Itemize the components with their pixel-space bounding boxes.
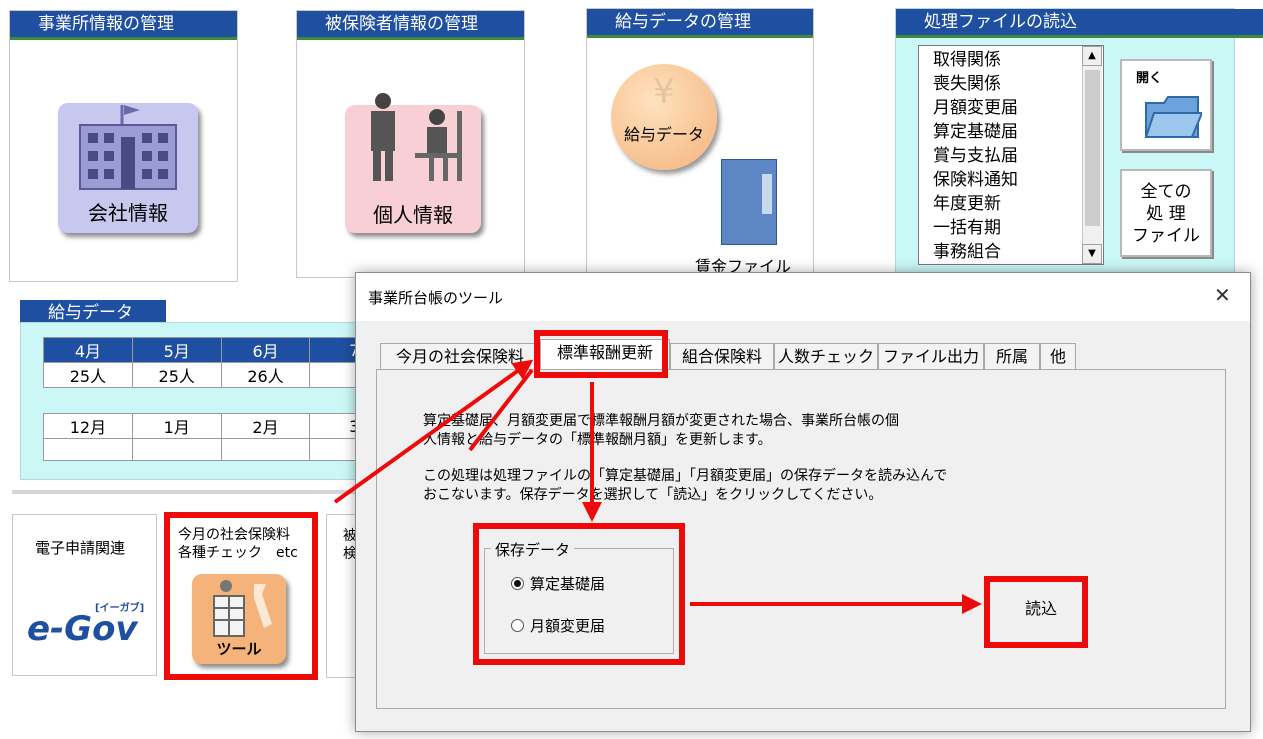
insured-info-panel: 被保険者情報の管理 個人情報 xyxy=(296,10,525,278)
office-info-header: 事業所情報の管理 xyxy=(10,11,237,40)
file-type-item[interactable]: 保険料通知 xyxy=(933,168,1018,192)
desc-line4: おこないます。保存データを選択して「読込」をクリックしてください。 xyxy=(423,487,883,503)
file-type-item[interactable]: 事務組合 xyxy=(933,240,1018,264)
payroll-data-label: 給与データ xyxy=(623,125,704,144)
file-type-item[interactable]: 月額変更届 xyxy=(933,96,1018,120)
e-gov-label: 電子申請関連 xyxy=(35,539,126,557)
month-cell: 5月 xyxy=(131,337,222,363)
desc-line3: この処理は処理ファイルの「算定基礎届」「月額変更届」の保存データを読み込んで xyxy=(423,468,948,484)
personal-info-icon[interactable]: 個人情報 xyxy=(345,93,481,233)
payroll-data-icon[interactable]: ¥ 給与データ xyxy=(611,64,717,170)
all-files-line2: 処 理 xyxy=(1146,204,1186,224)
month-cell: 2月 xyxy=(220,413,311,439)
e-gov-logo: e-Gov xyxy=(27,609,138,649)
file-load-header: 処理ファイルの読込 xyxy=(896,9,1263,38)
section-divider xyxy=(12,490,372,494)
binder-icon[interactable] xyxy=(721,159,777,245)
yen-icon: ¥ xyxy=(653,72,675,112)
count-cell[interactable]: 26人 xyxy=(220,362,311,388)
month-cell: 1月 xyxy=(131,413,222,439)
file-type-item[interactable]: 取得関係 xyxy=(933,48,1018,72)
file-load-panel: 処理ファイルの読込 取得関係 喪失関係 月額変更届 算定基礎届 賞与支払届 保険料通知 年度… xyxy=(895,8,1263,274)
file-type-item[interactable]: 喪失関係 xyxy=(933,72,1018,96)
desc-line1: 算定基礎届、月額変更届で標準報酬月額が変更された場合、事業所台帳の個 xyxy=(423,413,899,429)
scrollbar-track[interactable] xyxy=(1082,66,1102,244)
file-type-item[interactable]: 年度更新 xyxy=(933,192,1018,216)
count-cell[interactable] xyxy=(220,438,311,461)
file-type-items: 取得関係 喪失関係 月額変更届 算定基礎届 賞与支払届 保険料通知 年度更新 一括有期 事務組合 xyxy=(933,48,1018,264)
office-info-panel: 事業所情報の管理 会社情報 xyxy=(9,10,238,282)
building-icon xyxy=(79,105,177,190)
month-cell: 6月 xyxy=(220,337,311,363)
month-cell: 4月 xyxy=(43,337,133,363)
desc-spacer xyxy=(423,450,947,467)
all-files-button[interactable]: 全ての 処 理 ファイル xyxy=(1120,169,1212,257)
tab-union-premium[interactable]: 組合保険料 xyxy=(670,343,774,369)
company-info-icon[interactable]: 会社情報 xyxy=(58,103,198,233)
all-files-line3: ファイル xyxy=(1132,226,1200,246)
count-cell[interactable]: 25人 xyxy=(131,362,222,388)
open-button-label: 開く xyxy=(1136,71,1163,86)
e-gov-button[interactable]: 電子申請関連 [イーガブ] e-Gov xyxy=(12,514,157,676)
tab-file-output[interactable]: ファイル出力 xyxy=(878,343,984,369)
personal-info-label: 個人情報 xyxy=(373,203,453,227)
scroll-down-button[interactable]: ▼ xyxy=(1082,244,1102,264)
count-cell[interactable] xyxy=(43,438,133,461)
open-button[interactable]: 開く xyxy=(1120,59,1212,151)
dialog-title: 事業所台帳のツール xyxy=(368,289,504,307)
scroll-up-button[interactable]: ▲ xyxy=(1082,46,1102,66)
load-button-highlight-box xyxy=(984,576,1088,648)
count-cell[interactable]: 25人 xyxy=(43,362,133,388)
person-icon xyxy=(371,93,462,181)
tab-headcount-check[interactable]: 人数チェック xyxy=(774,343,878,369)
dialog-titlebar[interactable]: 事業所台帳のツール ✕ xyxy=(356,273,1250,321)
file-type-item[interactable]: 算定基礎届 xyxy=(933,120,1018,144)
file-type-list[interactable]: 取得関係 喪失関係 月額変更届 算定基礎届 賞与支払届 保険料通知 年度更新 一括有期 事務組合… xyxy=(918,45,1104,265)
tab-highlight-box xyxy=(534,330,668,378)
file-type-item[interactable]: 賞与支払届 xyxy=(933,144,1018,168)
scrollbar-thumb[interactable] xyxy=(1085,70,1100,226)
count-cell[interactable] xyxy=(131,438,222,461)
description-text: 算定基礎届、月額変更届で標準報酬月額が変更された場合、事業所台帳の個 人情報と給… xyxy=(423,412,947,505)
salary-grid-area: 4月 5月 6月 7 25人 25人 26人 12月 1月 2月 3 xyxy=(20,322,400,480)
desc-line2: 人情報と給与データの「標準報酬月額」を更新します。 xyxy=(423,432,772,448)
dialog-tabs: 今月の社会保険料 標準報酬更新 組合保険料 人数チェック ファイル出力 所属 他 xyxy=(380,339,1080,369)
saved-data-highlight-box xyxy=(473,523,685,665)
company-info-label: 会社情報 xyxy=(88,201,168,225)
all-files-line1: 全ての xyxy=(1140,182,1192,202)
tab-other[interactable]: 他 xyxy=(1040,343,1076,369)
tab-department[interactable]: 所属 xyxy=(984,343,1040,369)
month-cell: 12月 xyxy=(43,413,133,439)
salary-table-lower: 12月 1月 2月 3 xyxy=(43,413,399,461)
tool-highlight-box xyxy=(164,512,318,680)
salary-data-panel: 給与データ 4月 5月 6月 7 25人 25人 26人 12月 1月 2月 3 xyxy=(20,300,400,480)
close-icon[interactable]: ✕ xyxy=(1214,283,1231,307)
folder-icon xyxy=(1144,96,1202,138)
insured-info-header: 被保険者情報の管理 xyxy=(297,11,524,40)
payroll-header: 給与データの管理 xyxy=(587,9,813,38)
file-type-item[interactable]: 一括有期 xyxy=(933,216,1018,240)
tab-monthly-premium[interactable]: 今月の社会保険料 xyxy=(380,343,540,369)
payroll-panel: 給与データの管理 ¥ 給与データ 賃金ファイル xyxy=(586,8,814,280)
salary-table-upper: 4月 5月 6月 7 25人 25人 26人 xyxy=(43,337,399,388)
